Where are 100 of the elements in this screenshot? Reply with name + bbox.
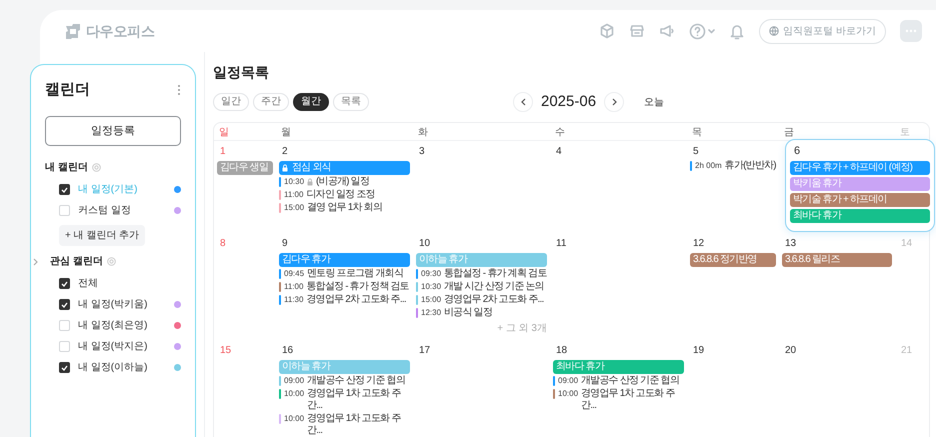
day-number: 20 bbox=[784, 344, 796, 356]
weekday-header: 화 bbox=[413, 122, 550, 140]
settings-icon[interactable] bbox=[106, 257, 116, 266]
checkbox[interactable] bbox=[59, 278, 70, 289]
megaphone-icon[interactable] bbox=[659, 23, 676, 39]
next-month-button[interactable] bbox=[604, 92, 624, 112]
logo-icon bbox=[64, 23, 82, 39]
chevron-left-icon bbox=[520, 98, 526, 106]
help-button[interactable] bbox=[689, 22, 716, 40]
event-title[interactable]: (비공개) 일정 bbox=[316, 176, 370, 188]
event-title[interactable]: 개발공수 산정 기준 협의 bbox=[307, 374, 405, 386]
day-number: 19 bbox=[692, 344, 704, 356]
event-title[interactable]: 경영업무 1차 고도화 주간... bbox=[307, 388, 410, 412]
event-title[interactable]: 개발 시간 산정 기준 논의 bbox=[444, 280, 544, 292]
day-number: 2 bbox=[281, 144, 288, 158]
check-icon bbox=[61, 186, 68, 192]
event-title[interactable]: 경영업무 1차 고도화 주간... bbox=[581, 388, 684, 412]
day-number: 17 bbox=[418, 344, 430, 356]
event-time: 11:30 bbox=[284, 294, 304, 306]
cube-icon[interactable] bbox=[599, 23, 616, 39]
day-number: 1 bbox=[219, 144, 226, 158]
day-number: 4 bbox=[555, 144, 562, 158]
event-title[interactable]: 경영업무 1차 고도화 주간... bbox=[307, 412, 410, 436]
check-icon bbox=[61, 280, 68, 286]
lock-icon bbox=[282, 164, 288, 172]
event-title[interactable]: 결영 업무 1차 회의 bbox=[307, 202, 382, 214]
chevron-right-icon[interactable] bbox=[33, 258, 38, 266]
weekday-header: 목 bbox=[687, 122, 779, 140]
event-title[interactable]: 휴가(반반차) bbox=[724, 160, 776, 172]
calendar-label[interactable]: 커스텀 일정 bbox=[78, 203, 131, 218]
bell-icon[interactable] bbox=[729, 22, 746, 40]
day-number: 16 bbox=[281, 344, 294, 356]
day-number: 13 bbox=[784, 236, 796, 250]
day-number: 6 bbox=[793, 144, 800, 158]
weekday-header: 월 bbox=[276, 122, 413, 140]
day-number: 9 bbox=[281, 236, 288, 250]
day-number: 12 bbox=[692, 236, 704, 250]
event-time: 11:00 bbox=[284, 188, 304, 200]
caret-icon bbox=[708, 28, 716, 34]
today-button[interactable]: 오늘 bbox=[640, 94, 668, 110]
create-event-button[interactable]: 일정등록 bbox=[45, 116, 181, 146]
check-icon bbox=[61, 364, 68, 370]
check-icon bbox=[61, 302, 68, 308]
section-title: 관심 캘린더 bbox=[49, 255, 103, 269]
event-title[interactable]: 통합설정 - 휴가 계획 검토 bbox=[444, 268, 546, 280]
event-title[interactable]: 디자인 일정 조정 bbox=[306, 188, 375, 200]
event-title[interactable]: 개발공수 산정 기준 협의 bbox=[581, 374, 679, 386]
day-number: 8 bbox=[219, 236, 226, 250]
day-number: 10 bbox=[418, 236, 430, 250]
event-time: 09:00 bbox=[284, 374, 304, 386]
event-time: 10:00 bbox=[284, 412, 304, 424]
calendar-label[interactable]: 내 일정(최은영) bbox=[78, 318, 148, 333]
chevron-right-icon bbox=[612, 98, 617, 106]
event-time: 2h 00m bbox=[695, 160, 722, 172]
view-tab[interactable]: 일간 bbox=[213, 93, 249, 112]
event-time: 10:30 bbox=[284, 176, 304, 188]
event-title[interactable]: 멘토링 프로그램 개회식 bbox=[307, 268, 403, 280]
view-tab[interactable]: 주간 bbox=[253, 93, 289, 112]
more-button[interactable] bbox=[900, 20, 922, 42]
day-number: 11 bbox=[555, 236, 566, 250]
view-tab[interactable]: 목록 bbox=[333, 93, 369, 112]
store-icon[interactable] bbox=[629, 23, 646, 39]
day-number: 18 bbox=[555, 344, 568, 356]
calendar-label[interactable]: 내 일정(이하늘) bbox=[78, 360, 148, 375]
event-title[interactable]: 통합설정 - 휴가 정책 검토 bbox=[306, 280, 409, 292]
calendar-label[interactable]: 내 일정(박키움) bbox=[78, 297, 148, 312]
weekday-header: 수 bbox=[550, 122, 687, 140]
day-number: 14 bbox=[900, 236, 912, 250]
event-title[interactable]: 경영업무 2차 고도화 주... bbox=[444, 294, 544, 306]
kebab-icon[interactable] bbox=[177, 84, 181, 96]
event-time: 11:00 bbox=[284, 280, 304, 292]
day-number: 21 bbox=[900, 344, 912, 356]
day-number: 3 bbox=[418, 144, 425, 158]
event-time: 10:30 bbox=[421, 280, 442, 292]
event-time: 10:00 bbox=[558, 388, 578, 400]
sidebar-title: 캘린더 bbox=[45, 80, 90, 100]
event-time: 15:00 bbox=[284, 202, 304, 214]
checkbox[interactable] bbox=[59, 362, 70, 373]
globe-icon bbox=[769, 26, 780, 36]
event-time: 15:00 bbox=[421, 294, 442, 306]
add-calendar-button[interactable]: + 내 캘린더 추가 bbox=[59, 225, 146, 246]
day-number: 15 bbox=[219, 344, 232, 356]
day-number: 5 bbox=[692, 144, 699, 158]
month-label: 2025-06 bbox=[541, 92, 596, 112]
event-time: 10:00 bbox=[284, 388, 304, 400]
checkbox[interactable] bbox=[59, 299, 70, 310]
page-title: 일정목록 bbox=[213, 63, 270, 82]
event-title[interactable]: 비공식 일정 bbox=[444, 306, 492, 318]
event-time: 09:00 bbox=[558, 374, 578, 386]
calendar-label[interactable]: 내 일정(박지은) bbox=[78, 339, 148, 354]
section-title: 내 캘린더 bbox=[45, 161, 88, 175]
calendar-label[interactable]: 전체 bbox=[78, 276, 98, 291]
help-icon bbox=[689, 22, 706, 40]
event-time: 09:30 bbox=[421, 268, 442, 280]
settings-icon[interactable] bbox=[92, 163, 101, 172]
event-title[interactable]: 경영업무 2차 고도화 주... bbox=[306, 294, 406, 306]
event-time: 12:30 bbox=[421, 306, 442, 318]
previous-month-button[interactable] bbox=[513, 92, 533, 112]
view-tab[interactable]: 월간 bbox=[293, 93, 329, 112]
checkbox[interactable] bbox=[59, 184, 70, 195]
